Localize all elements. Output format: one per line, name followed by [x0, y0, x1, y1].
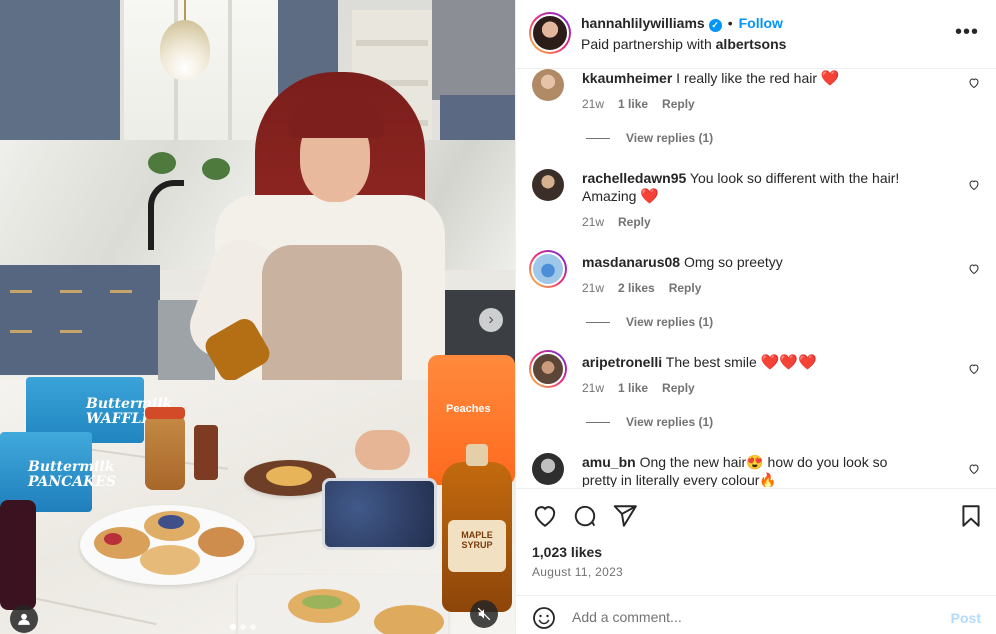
avatar[interactable] — [532, 169, 564, 201]
reply-button[interactable]: Reply — [669, 281, 702, 295]
heart-icon[interactable] — [968, 179, 980, 194]
reply-button[interactable]: Reply — [618, 215, 651, 229]
heart-icon[interactable] — [968, 77, 980, 92]
follow-button[interactable]: Follow — [739, 15, 783, 31]
maple-syrup-bottle: MAPLE SYRUP — [442, 444, 512, 612]
avatar[interactable] — [532, 69, 564, 101]
mute-icon[interactable] — [470, 600, 498, 628]
comment-text: masdanarus08 Omg so preetyy — [582, 254, 783, 270]
likes-count[interactable]: 1 like — [618, 97, 648, 111]
person-hand — [355, 430, 410, 470]
post-header: hannahlilywilliams ✓ • Follow Paid partners… — [516, 0, 996, 69]
verified-icon: ✓ — [708, 19, 722, 32]
comment-username[interactable]: amu_bn — [582, 454, 636, 470]
spice-jar — [194, 425, 218, 480]
comment-meta: 21w 1 like Reply — [582, 381, 695, 395]
view-replies-button[interactable]: View replies (1) — [586, 315, 713, 329]
heart-icon[interactable] — [968, 263, 980, 278]
comment-text: aripetronelli The best smile ❤️❤️❤️ — [582, 354, 817, 371]
comment-text: amu_bn Ong the new hair😍 how do you look… — [582, 454, 888, 487]
post-details-panel: hannahlilywilliams ✓ • Follow Paid partners… — [515, 0, 996, 634]
post-button[interactable]: Post — [951, 610, 981, 626]
comment-meta: 21w 2 likes Reply — [582, 281, 702, 295]
view-replies-button[interactable]: View replies (1) — [586, 131, 713, 145]
serving-board — [238, 575, 448, 634]
comment-username[interactable]: aripetronelli — [582, 354, 662, 370]
likes-count[interactable]: 1 like — [618, 381, 648, 395]
reply-button[interactable]: Reply — [662, 97, 695, 111]
more-icon[interactable]: ••• — [955, 22, 979, 42]
paid-partnership-label: Paid partnership with albertsons — [581, 36, 787, 52]
post-actions: 1,023 likes August 11, 2023 — [516, 488, 996, 588]
avatar[interactable] — [532, 453, 564, 485]
comment-text: rachelledawn95 You look so different wit… — [582, 170, 900, 205]
heart-icon[interactable] — [532, 503, 558, 529]
avatar[interactable] — [529, 350, 567, 388]
pendant-lamp — [160, 20, 210, 80]
comment-username[interactable]: rachelledawn95 — [582, 170, 686, 186]
comment-username[interactable]: masdanarus08 — [582, 254, 680, 270]
comments-list[interactable]: kkaumheimer I really like the red hair ❤… — [516, 69, 996, 487]
comment-meta: 21w 1 like Reply — [582, 97, 695, 111]
emoji-icon[interactable] — [532, 606, 556, 630]
range-hood — [432, 0, 515, 100]
comment-meta: 21w Reply — [582, 215, 651, 229]
avatar[interactable] — [529, 250, 567, 288]
comment-input[interactable] — [572, 606, 932, 628]
user-tag-icon[interactable] — [10, 605, 38, 633]
post-date: August 11, 2023 — [532, 565, 624, 579]
heart-icon[interactable] — [968, 363, 980, 378]
post-author: hannahlilywilliams ✓ • Follow — [581, 15, 783, 32]
carousel-indicator — [230, 624, 256, 630]
plate — [80, 505, 255, 585]
faucet — [148, 180, 184, 250]
lower-cabinets — [0, 265, 160, 375]
plant — [148, 152, 176, 174]
username-link[interactable]: hannahlilywilliams — [581, 15, 705, 31]
jam-jar — [0, 500, 36, 610]
comment-icon[interactable] — [572, 503, 598, 529]
comment-username[interactable]: kkaumheimer — [582, 70, 672, 86]
chevron-right-icon[interactable]: › — [479, 308, 503, 332]
separator-dot: • — [727, 15, 733, 31]
plant — [202, 158, 230, 180]
heart-icon[interactable] — [968, 463, 980, 478]
post-media[interactable]: Buttermilk WAFFLES Buttermilk PANCAKES P… — [0, 0, 515, 634]
comment-text: kkaumheimer I really like the red hair ❤… — [582, 70, 840, 87]
comment-composer: Post — [516, 595, 996, 634]
avatar[interactable] — [529, 12, 571, 54]
partner-link[interactable]: albertsons — [716, 36, 787, 52]
likes-count[interactable]: 1,023 likes — [532, 544, 602, 560]
bookmark-icon[interactable] — [958, 503, 984, 529]
blueberries-container — [322, 478, 437, 550]
view-replies-button[interactable]: View replies (1) — [586, 415, 713, 429]
reply-button[interactable]: Reply — [662, 381, 695, 395]
likes-count[interactable]: 2 likes — [618, 281, 655, 295]
peanut-butter-jar — [145, 407, 185, 490]
share-icon[interactable] — [612, 503, 638, 529]
